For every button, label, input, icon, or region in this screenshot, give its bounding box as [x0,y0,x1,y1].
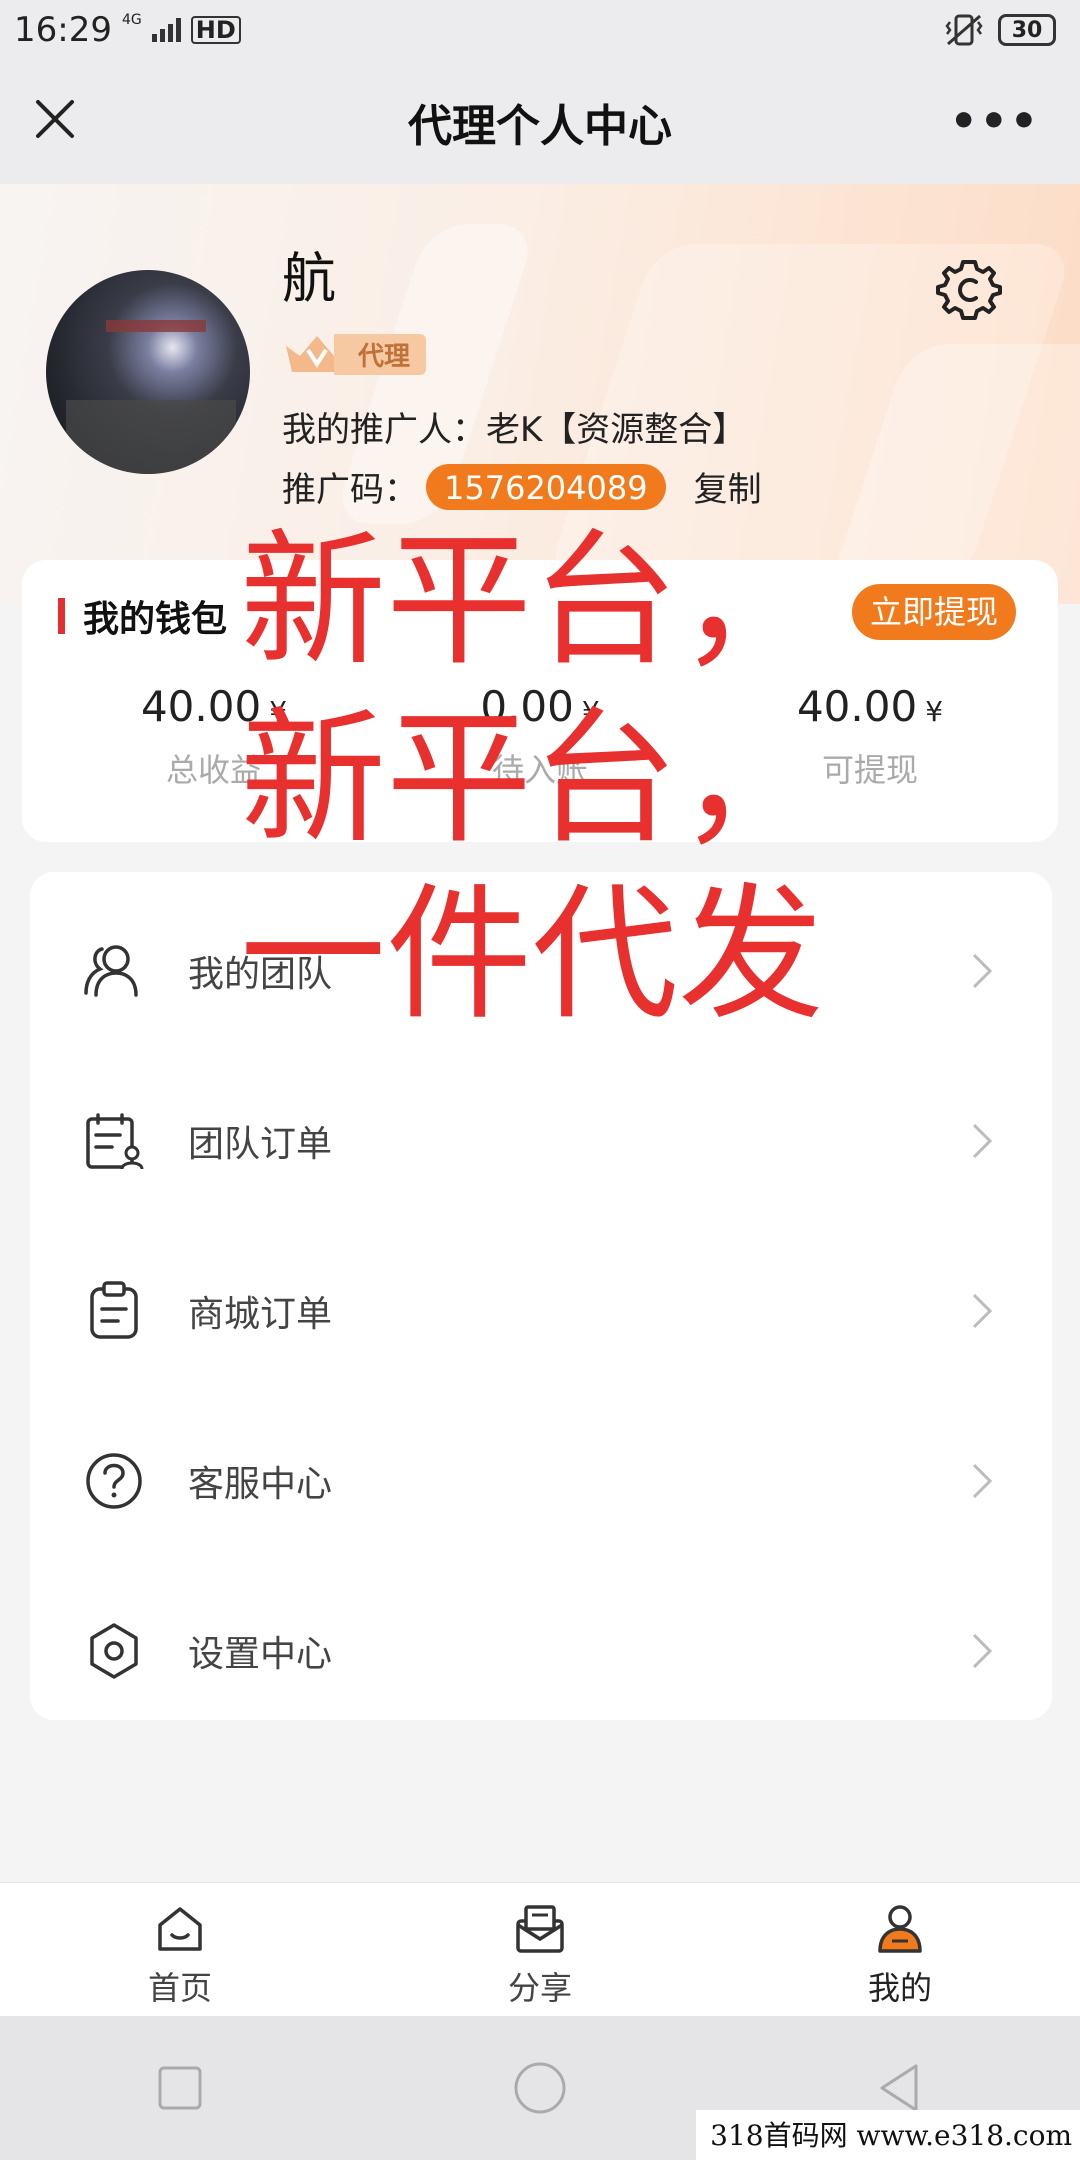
profile-header: 航 代理 我的推广人：老K【资源整合】 推广码： 1576204089 复制 [0,184,1080,604]
home-button-icon[interactable] [510,2058,570,2118]
team-icon [84,945,138,997]
title-bar: 代理个人中心 ••• [0,60,1080,184]
role-badge: 代理 [282,332,427,376]
menu-item-mall-orders[interactable]: 商城订单 [30,1226,1052,1396]
tab-home[interactable]: 首页 [0,1883,360,2016]
menu-card: 我的团队 团队订单 商城订单 客服中心 设置中心 [30,872,1052,1720]
network-indicator: 4G [121,12,142,28]
chevron-right-icon [972,1633,993,1669]
back-icon[interactable] [870,2058,930,2118]
avatar[interactable] [46,270,250,474]
chevron-right-icon [972,1123,993,1159]
stat-pending: 0.00 ¥ 待入账 [390,682,690,791]
recent-apps-icon[interactable] [150,2058,210,2118]
stat-label: 待入账 [491,751,588,789]
promo-code: 1576204089 [426,463,666,510]
referrer-text: 我的推广人：老K【资源整合】 [282,410,747,450]
menu-item-label: 团队订单 [188,1124,333,1165]
menu-item-customer-service[interactable]: 客服中心 [30,1396,1052,1566]
stat-unit: ¥ [925,695,944,728]
withdraw-button[interactable]: 立即提现 [851,584,1016,640]
stat-unit: ¥ [581,695,600,728]
clipboard-icon [90,1281,138,1339]
wallet-title: 我的钱包 [58,590,227,642]
tab-mine[interactable]: 我的 [720,1883,1080,2016]
battery-icon: 30 [998,14,1056,46]
tab-label: 首页 [147,1969,212,2007]
status-time: 16:29 [14,10,112,50]
help-icon [86,1453,142,1509]
signal-icon [151,18,181,42]
promo-label: 推广码： [282,470,418,510]
copy-button[interactable]: 复制 [694,462,762,511]
stat-withdrawable: 40.00 ¥ 可提现 [720,682,1020,791]
tab-share[interactable]: 分享 [360,1883,720,2016]
close-icon[interactable] [30,94,80,144]
profile-icon [878,1905,922,1953]
stat-value: 40.00 [796,682,918,731]
stat-total-earnings: 40.00 ¥ 总收益 [64,682,364,791]
stat-unit: ¥ [269,695,288,728]
menu-item-label: 商城订单 [188,1294,333,1335]
share-icon [516,1905,564,1953]
home-icon [158,1907,202,1951]
menu-item-label: 设置中心 [188,1634,333,1675]
vibrate-icon [945,14,983,46]
promo-row: 推广码： 1576204089 复制 [282,462,762,511]
menu-item-label: 客服中心 [188,1464,333,1505]
stat-value: 40.00 [140,682,262,731]
hexagon-settings-icon [90,1623,138,1679]
wallet-card: 我的钱包 立即提现 40.00 ¥ 总收益 0.00 ¥ 待入账 40.00 ¥ 可提… [22,560,1058,842]
stat-label: 可提现 [821,751,918,789]
team-order-icon [86,1113,144,1170]
menu-item-team[interactable]: 我的团队 [30,886,1052,1056]
tab-label: 分享 [507,1969,572,2007]
menu-item-settings[interactable]: 设置中心 [30,1566,1052,1736]
menu-item-label: 我的团队 [188,954,333,995]
bottom-tab-bar: 首页 分享 我的 [0,1882,1080,2016]
stat-value: 0.00 [480,682,574,731]
tab-label: 我的 [867,1969,932,2007]
user-name: 航 [282,247,336,310]
gear-icon[interactable] [936,256,1002,322]
menu-item-team-orders[interactable]: 团队订单 [30,1056,1052,1226]
more-menu-button[interactable]: ••• [950,96,1040,147]
status-bar: 16:29 4G HD 30 [0,0,1080,60]
role-badge-label: 代理 [334,333,427,375]
chevron-right-icon [972,1293,993,1329]
hd-badge: HD [190,16,241,44]
watermark: 318首码网 www.e318.com [696,2110,1080,2160]
chevron-right-icon [972,1463,993,1499]
chevron-right-icon [972,953,993,989]
stat-label: 总收益 [165,751,262,789]
page-title: 代理个人中心 [408,101,672,152]
